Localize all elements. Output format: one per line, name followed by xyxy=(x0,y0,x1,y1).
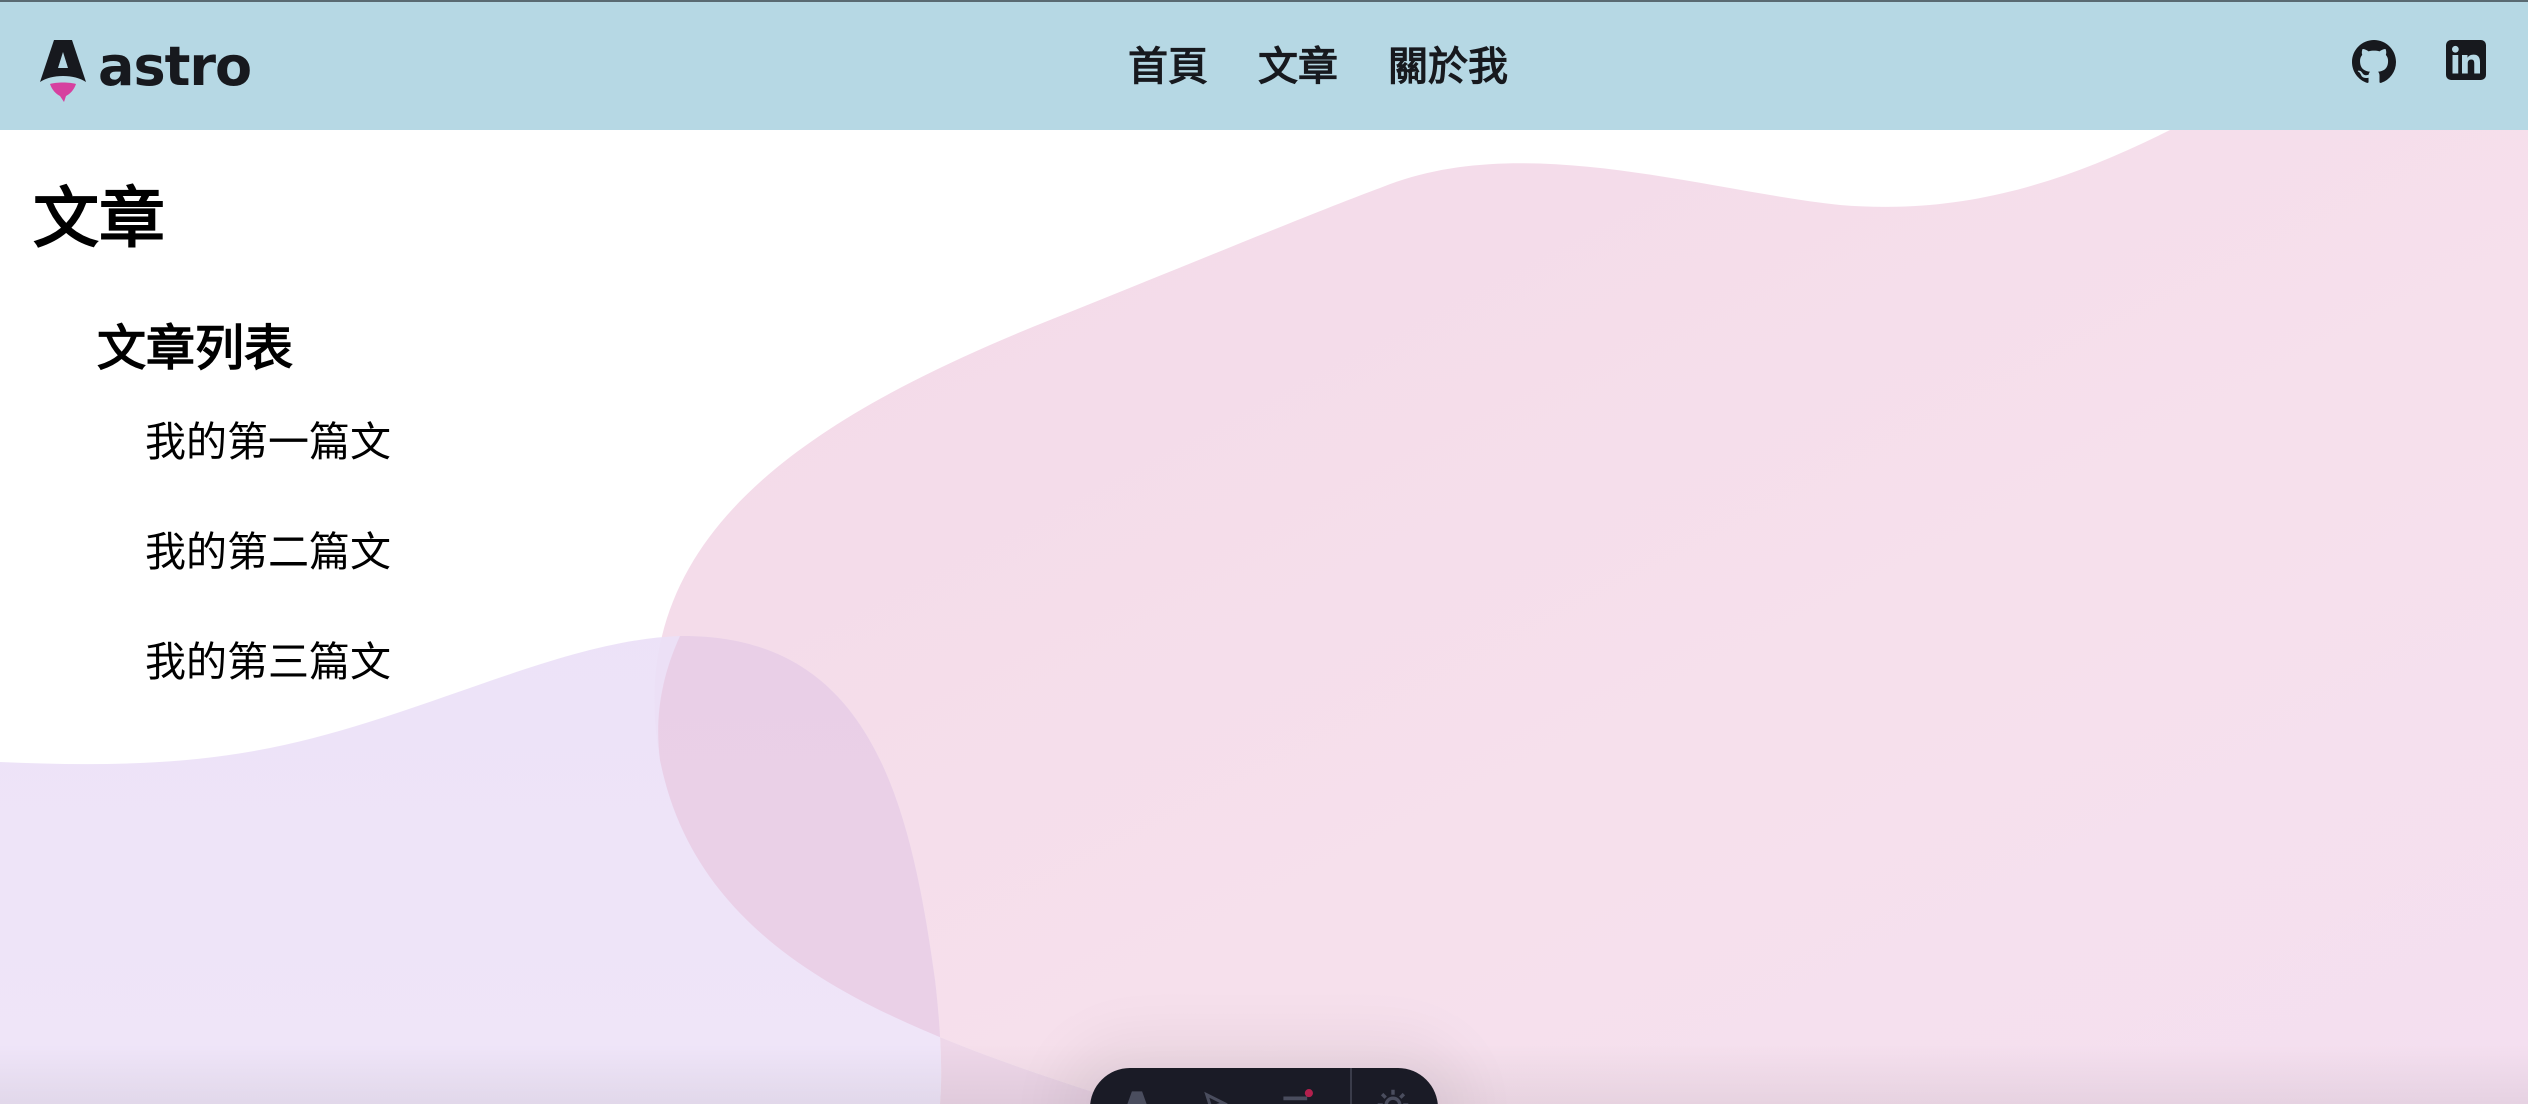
post-link[interactable]: 我的第二篇文 xyxy=(145,528,391,576)
section-title: 文章列表 xyxy=(97,320,294,377)
page-title: 文章 xyxy=(33,180,165,257)
astro-wordmark: astro xyxy=(98,35,252,98)
post-list: 我的第一篇文 我的第二篇文 我的第三篇文 xyxy=(145,422,391,752)
dev-toolbar xyxy=(1090,1068,1438,1104)
nav-articles-link[interactable]: 文章 xyxy=(1258,42,1338,92)
settings-icon[interactable] xyxy=(1376,1088,1410,1104)
toolbar-divider xyxy=(1350,1068,1352,1104)
github-icon xyxy=(2352,40,2396,83)
list-item: 我的第一篇文 xyxy=(145,422,391,532)
linkedin-link[interactable] xyxy=(2446,40,2490,84)
astro-logo[interactable]: astro xyxy=(38,35,252,102)
astro-menu-icon[interactable] xyxy=(1120,1088,1154,1104)
page: astro 首頁 文章 關於我 文章 文章列表 我的第一篇文 我的第二篇文 我的… xyxy=(0,0,2528,1104)
main-nav: 首頁 文章 關於我 xyxy=(1128,42,1508,92)
list-item: 我的第二篇文 xyxy=(145,532,391,642)
post-link[interactable]: 我的第一篇文 xyxy=(145,418,391,466)
social-links xyxy=(2352,40,2490,84)
post-link[interactable]: 我的第三篇文 xyxy=(145,638,391,686)
site-header: astro 首頁 文章 關於我 xyxy=(0,0,2528,130)
list-item: 我的第三篇文 xyxy=(145,642,391,752)
astro-logo-icon xyxy=(40,40,86,102)
linkedin-icon xyxy=(2446,40,2486,80)
nav-about-link[interactable]: 關於我 xyxy=(1388,42,1508,92)
nav-home-link[interactable]: 首頁 xyxy=(1128,42,1208,92)
github-link[interactable] xyxy=(2352,40,2396,84)
inspect-icon[interactable] xyxy=(1200,1088,1234,1104)
pink-blob xyxy=(654,130,2528,1104)
audit-icon[interactable] xyxy=(1280,1088,1314,1104)
